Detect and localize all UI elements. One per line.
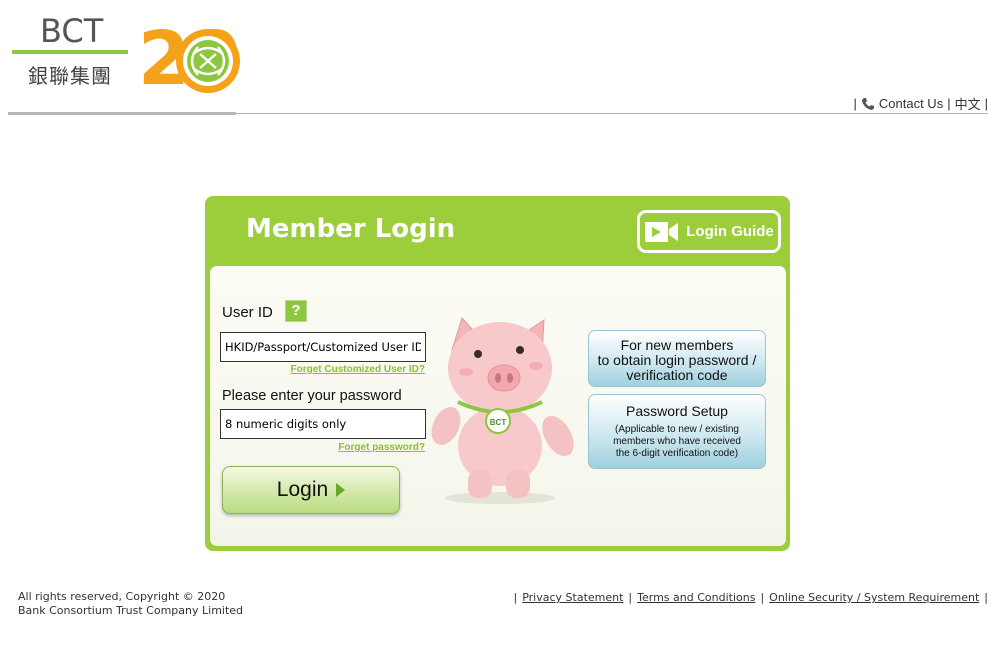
header-divider xyxy=(236,113,988,114)
logo-text: BCT xyxy=(40,12,104,50)
logo-bar xyxy=(12,50,128,54)
password-setup-button[interactable]: Password Setup (Applicable to new / exis… xyxy=(588,394,766,469)
page-title: Member Login xyxy=(246,214,456,244)
forget-password-link[interactable]: Forget password? xyxy=(338,442,425,453)
login-form-area: User ID ? Forget Customized User ID? Ple… xyxy=(210,266,786,546)
password-setup-sub-2: members who have received xyxy=(613,436,741,447)
bct-logo[interactable]: BCT 銀聯集團 20 xyxy=(10,10,250,100)
copyright-line-2: Bank Consortium Trust Company Limited xyxy=(18,604,244,617)
login-button-label: Login xyxy=(276,478,329,501)
password-label: Please enter your password xyxy=(222,388,402,404)
login-guide-button[interactable]: Login Guide xyxy=(637,210,781,253)
member-login-panel: Member Login Login Guide User ID ? Forge… xyxy=(205,196,790,551)
separator: | xyxy=(984,591,988,604)
password-setup-sub-1: (Applicable to new / existing xyxy=(615,424,739,435)
mascot-badge-text: BCT xyxy=(490,418,507,427)
forget-user-id-link[interactable]: Forget Customized User ID? xyxy=(291,364,425,375)
user-id-label: User ID xyxy=(222,304,273,321)
separator: | xyxy=(628,591,633,604)
contact-us-link[interactable]: Contact Us xyxy=(879,96,943,111)
page: BCT 銀聯集團 20 | Contact Us | 中文 | xyxy=(0,0,1006,647)
password-input[interactable] xyxy=(220,409,426,439)
online-security-link[interactable]: Online Security / System Requirement xyxy=(769,591,979,604)
pig-mascot-image: BCT xyxy=(431,317,574,504)
arrow-right-icon xyxy=(336,483,346,497)
login-guide-label: Login Guide xyxy=(686,223,774,240)
help-icon[interactable]: ? xyxy=(285,300,307,322)
top-links: | Contact Us | 中文 | xyxy=(854,94,989,113)
video-camera-icon xyxy=(645,221,679,242)
separator: | xyxy=(984,96,988,111)
terms-and-conditions-link[interactable]: Terms and Conditions xyxy=(637,591,755,604)
header-divider-thick xyxy=(8,112,236,115)
login-button[interactable]: Login xyxy=(222,466,400,514)
footer-links: | Privacy Statement | Terms and Conditio… xyxy=(513,591,988,604)
password-setup-title: Password Setup xyxy=(626,403,728,419)
logo-chinese-text: 銀聯集團 xyxy=(28,64,112,88)
user-id-input[interactable] xyxy=(220,332,426,362)
anniversary-20-logo: 20 xyxy=(138,16,241,98)
copyright-line-1: All rights reserved, Copyright © 2020 xyxy=(18,590,226,603)
separator: | xyxy=(947,96,951,111)
new-members-line-2: to obtain login password / xyxy=(597,352,757,368)
new-members-line-1: For new members xyxy=(620,337,734,353)
separator: | xyxy=(760,591,765,604)
new-members-button[interactable]: For new members to obtain login password… xyxy=(588,330,766,387)
separator: | xyxy=(853,96,857,111)
phone-icon xyxy=(861,97,874,110)
separator: | xyxy=(513,591,518,604)
language-link[interactable]: 中文 xyxy=(955,94,981,113)
password-setup-sub-3: the 6-digit verification code) xyxy=(615,448,739,459)
new-members-line-3: verification code xyxy=(626,367,728,383)
privacy-statement-link[interactable]: Privacy Statement xyxy=(522,591,623,604)
copyright-text: All rights reserved, Copyright © 2020 Ba… xyxy=(18,590,243,618)
